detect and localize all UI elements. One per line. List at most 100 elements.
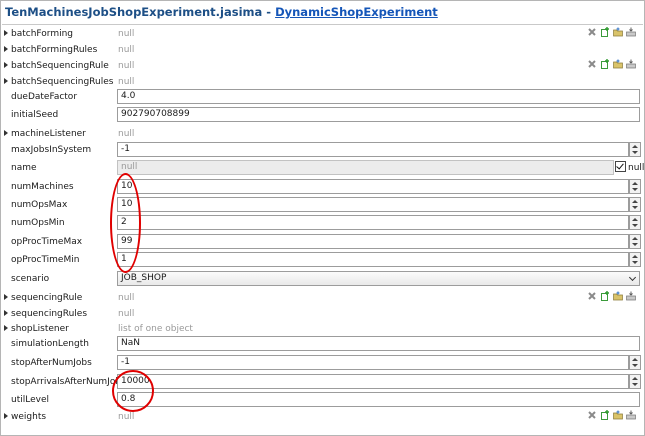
expand-arrow-icon[interactable] <box>4 294 8 300</box>
spinner[interactable] <box>629 374 641 389</box>
field-value: 2 <box>121 217 127 227</box>
save-icon[interactable] <box>626 291 636 301</box>
initial-seed-field[interactable]: 902790708899 <box>117 107 640 122</box>
property-label: scenario <box>11 274 50 284</box>
property-label: stopArrivalsAfterNumJobs <box>11 377 126 387</box>
expand-arrow-icon[interactable] <box>4 325 8 331</box>
row-name: name null null <box>1 159 644 177</box>
num-machines-field[interactable]: 10 <box>117 179 629 194</box>
spin-down-icon[interactable] <box>632 243 638 246</box>
due-date-factor-field[interactable]: 4.0 <box>117 89 640 104</box>
save-icon[interactable] <box>626 59 636 69</box>
property-label: opProcTimeMin <box>11 255 80 265</box>
property-label: batchFormingRules <box>11 45 98 55</box>
spinner[interactable] <box>629 197 641 212</box>
op-proc-time-max-field[interactable]: 99 <box>117 234 629 249</box>
spin-up-icon[interactable] <box>632 358 638 361</box>
row-scenario: scenario JOB_SHOP <box>1 270 644 288</box>
open-icon[interactable] <box>613 410 623 420</box>
open-icon[interactable] <box>613 27 623 37</box>
spin-down-icon[interactable] <box>632 151 638 154</box>
spin-up-icon[interactable] <box>632 200 638 203</box>
row-num-ops-max: numOpsMax 10 <box>1 196 644 214</box>
spinner[interactable] <box>629 179 641 194</box>
row-initial-seed: initialSeed 902790708899 <box>1 106 644 124</box>
new-icon[interactable] <box>600 59 610 69</box>
delete-icon[interactable] <box>587 410 597 420</box>
field-value: 10 <box>121 199 133 209</box>
spinner[interactable] <box>629 142 641 157</box>
property-value: null <box>118 45 135 55</box>
row-stop-arrivals-after-num-jobs: stopArrivalsAfterNumJobs 10000 <box>1 373 644 391</box>
spinner[interactable] <box>629 234 641 249</box>
property-label: shopListener <box>11 324 69 334</box>
simulation-length-field[interactable]: NaN <box>117 336 640 351</box>
expand-arrow-icon[interactable] <box>4 62 8 68</box>
save-icon[interactable] <box>626 410 636 420</box>
stop-arrivals-after-num-jobs-field[interactable]: 10000 <box>117 374 629 389</box>
spin-up-icon[interactable] <box>632 145 638 148</box>
spin-down-icon[interactable] <box>632 383 638 386</box>
delete-icon[interactable] <box>587 27 597 37</box>
scenario-select[interactable]: JOB_SHOP <box>117 271 640 286</box>
spin-down-icon[interactable] <box>632 364 638 367</box>
spinner[interactable] <box>629 355 641 370</box>
row-stop-after-num-jobs: stopAfterNumJobs -1 <box>1 354 644 372</box>
spinner[interactable] <box>629 215 641 230</box>
expand-arrow-icon[interactable] <box>4 130 8 136</box>
property-label: batchSequencingRule <box>11 61 109 71</box>
class-link[interactable]: DynamicShopExperiment <box>275 5 438 19</box>
new-icon[interactable] <box>600 291 610 301</box>
property-label: sequencingRules <box>11 309 88 319</box>
spin-down-icon[interactable] <box>632 188 638 191</box>
property-label: maxJobsInSystem <box>11 145 92 155</box>
spin-down-icon[interactable] <box>632 261 638 264</box>
expand-arrow-icon[interactable] <box>4 46 8 52</box>
expand-arrow-icon[interactable] <box>4 30 8 36</box>
save-icon[interactable] <box>626 27 636 37</box>
spin-up-icon[interactable] <box>632 255 638 258</box>
property-editor-panel: TenMachinesJobShopExperiment.jasima - Dy… <box>0 0 645 436</box>
spin-down-icon[interactable] <box>632 206 638 209</box>
max-jobs-in-system-field[interactable]: -1 <box>117 142 629 157</box>
delete-icon[interactable] <box>587 59 597 69</box>
open-icon[interactable] <box>613 59 623 69</box>
row-op-proc-time-max: opProcTimeMax 99 <box>1 233 644 251</box>
spin-up-icon[interactable] <box>632 237 638 240</box>
row-op-proc-time-min: opProcTimeMin 1 <box>1 251 644 269</box>
row-num-machines: numMachines 10 <box>1 178 644 196</box>
property-value: null <box>118 129 135 139</box>
op-proc-time-min-field[interactable]: 1 <box>117 252 629 267</box>
expand-arrow-icon[interactable] <box>4 78 8 84</box>
new-icon[interactable] <box>600 27 610 37</box>
file-name: TenMachinesJobShopExperiment.jasima <box>5 5 263 19</box>
util-level-field[interactable]: 0.8 <box>117 392 640 407</box>
property-label: initialSeed <box>11 110 59 120</box>
field-value: 902790708899 <box>121 109 190 119</box>
field-value: -1 <box>121 357 130 367</box>
property-value: null <box>118 309 135 319</box>
expand-arrow-icon[interactable] <box>4 413 8 419</box>
expand-arrow-icon[interactable] <box>4 310 8 316</box>
property-label: numOpsMax <box>11 200 68 210</box>
field-value: 1 <box>121 254 127 264</box>
spin-up-icon[interactable] <box>632 182 638 185</box>
row-weights: weights null <box>1 408 644 426</box>
property-value: null <box>118 412 135 422</box>
property-label: stopAfterNumJobs <box>11 358 92 368</box>
null-checkbox[interactable] <box>615 161 626 172</box>
spin-up-icon[interactable] <box>632 218 638 221</box>
property-label: utilLevel <box>11 395 49 405</box>
property-value: null <box>118 61 135 71</box>
num-ops-max-field[interactable]: 10 <box>117 197 629 212</box>
num-ops-min-field[interactable]: 2 <box>117 215 629 230</box>
open-icon[interactable] <box>613 291 623 301</box>
property-label: batchSequencingRules <box>11 77 114 87</box>
row-action-icons <box>587 59 639 71</box>
new-icon[interactable] <box>600 410 610 420</box>
delete-icon[interactable] <box>587 291 597 301</box>
spin-up-icon[interactable] <box>632 377 638 380</box>
spin-down-icon[interactable] <box>632 224 638 227</box>
stop-after-num-jobs-field[interactable]: -1 <box>117 355 629 370</box>
spinner[interactable] <box>629 252 641 267</box>
